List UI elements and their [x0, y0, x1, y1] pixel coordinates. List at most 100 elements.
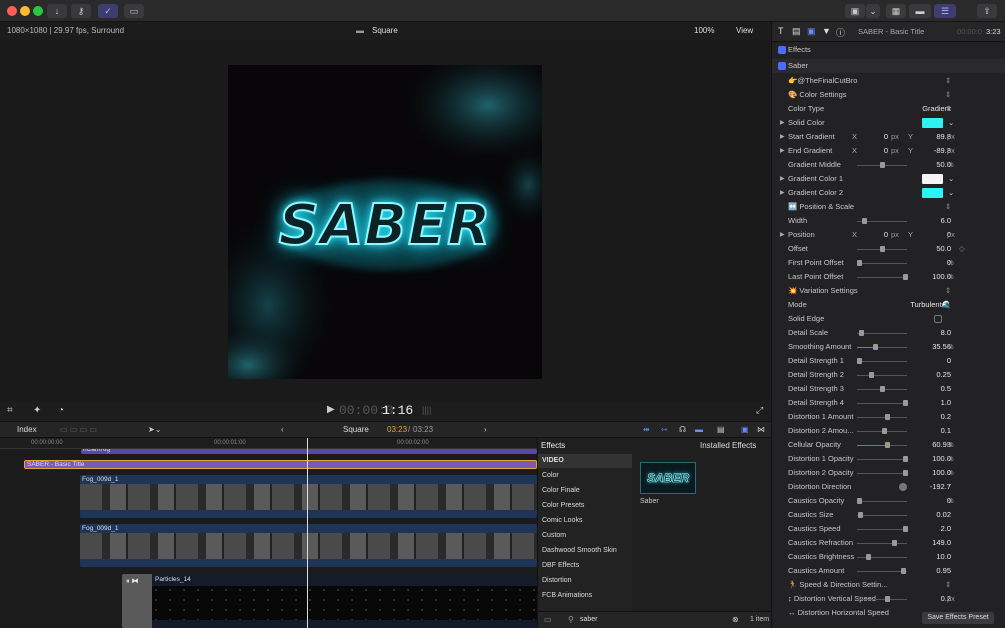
clip-fog-1[interactable]: Fog_009d_1: [80, 475, 537, 518]
param-value[interactable]: 0.2: [941, 410, 951, 424]
slider-knob[interactable]: [866, 554, 872, 560]
param-slider[interactable]: [857, 540, 907, 546]
param-value[interactable]: 0.25: [936, 368, 951, 382]
param-slider[interactable]: [857, 386, 907, 392]
slider-knob[interactable]: [903, 456, 908, 462]
param-row[interactable]: First Point Offset 0%: [772, 256, 1005, 270]
param-row[interactable]: Caustics Brightness 10.0: [772, 550, 1005, 564]
param-slider[interactable]: [857, 554, 907, 560]
clip-fog-2[interactable]: Fog_009d_1: [80, 524, 537, 567]
select-tool-icon[interactable]: ➤⌄: [148, 425, 161, 434]
slider-knob[interactable]: [861, 218, 867, 224]
param-slider[interactable]: [857, 568, 907, 574]
edit-tools-icon[interactable]: ▭ ▭ ▭ ▭: [60, 425, 97, 434]
param-value[interactable]: 50.0: [936, 242, 951, 256]
sidebar-toggle-icon[interactable]: ▭: [544, 615, 552, 624]
param-row[interactable]: Mode Turbulent🌊 ⇕: [772, 298, 1005, 312]
param-row[interactable]: Caustics Opacity 0%: [772, 494, 1005, 508]
param-row[interactable]: ▶ Gradient Color 2 ⌄: [772, 186, 1005, 200]
param-slider[interactable]: [857, 442, 907, 448]
param-row[interactable]: Distortion 2 Opacity 100.0%: [772, 466, 1005, 480]
disclosure-triangle-icon[interactable]: ▶: [780, 186, 785, 200]
param-row[interactable]: Distortion Direction -192.7 °: [772, 480, 1005, 494]
param-slider[interactable]: [857, 246, 907, 252]
popup-arrows-icon[interactable]: ⇕: [945, 298, 951, 312]
param-row[interactable]: ▶ End Gradient X 0 px Y -89.8 px: [772, 144, 1005, 158]
param-slider[interactable]: [857, 330, 907, 336]
param-slider[interactable]: [857, 414, 907, 420]
param-row[interactable]: Caustics Size 0.02: [772, 508, 1005, 522]
project-dropdown[interactable]: Square: [343, 425, 369, 434]
title-inspector-icon[interactable]: ▤: [792, 26, 801, 37]
param-slider[interactable]: [857, 512, 907, 518]
param-row[interactable]: Distortion 2 Amou... 0.1: [772, 424, 1005, 438]
param-row[interactable]: Cellular Opacity 60.93%: [772, 438, 1005, 452]
chevron-down-icon[interactable]: ⌄: [948, 172, 954, 186]
disclosure-triangle-icon[interactable]: ▶: [780, 130, 785, 144]
slider-knob[interactable]: [880, 386, 885, 392]
category-item[interactable]: Color Finale: [538, 484, 632, 498]
popup-arrows-icon[interactable]: ⇕: [945, 88, 951, 102]
fullscreen-icon[interactable]: ⤢: [756, 405, 763, 416]
saber-checkbox[interactable]: [778, 62, 786, 70]
x-value[interactable]: 0: [872, 228, 888, 242]
playhead[interactable]: [307, 438, 308, 628]
param-value[interactable]: 0.95: [936, 564, 951, 578]
direction-dial[interactable]: [899, 483, 907, 491]
x-value[interactable]: 0: [872, 144, 888, 158]
forward-arrow-icon[interactable]: ›: [484, 425, 487, 434]
inspector-toggle-icon[interactable]: ☰: [934, 4, 956, 18]
param-row[interactable]: Width 6.0: [772, 214, 1005, 228]
slider-knob[interactable]: [880, 162, 885, 168]
param-row[interactable]: Solid Edge: [772, 312, 1005, 326]
slider-knob[interactable]: [885, 442, 891, 448]
chevron-down-icon[interactable]: ⌄: [948, 116, 954, 130]
video-canvas[interactable]: SABER: [228, 65, 542, 379]
param-row[interactable]: Offset 50.0 ◇: [772, 242, 1005, 256]
play-icon[interactable]: ▶: [327, 404, 335, 415]
param-row[interactable]: Color Type Gradient ⇕: [772, 102, 1005, 116]
param-slider[interactable]: [857, 344, 907, 350]
effect-saber-row[interactable]: Saber: [772, 59, 1005, 73]
category-item[interactable]: FCB Animations: [538, 589, 632, 603]
speed-icon[interactable]: ◔: [58, 405, 64, 416]
share-icon[interactable]: ⇪: [977, 4, 997, 18]
x-value[interactable]: 0: [872, 130, 888, 144]
param-value[interactable]: 2.0: [941, 522, 951, 536]
category-item[interactable]: Dashwood Smooth Skin: [538, 544, 632, 558]
param-slider[interactable]: [857, 400, 908, 406]
headphones-icon[interactable]: ☊: [679, 425, 686, 434]
category-item[interactable]: Custom: [538, 529, 632, 543]
disclosure-triangle-icon[interactable]: ▶: [780, 172, 785, 186]
param-slider[interactable]: [857, 274, 908, 280]
param-row[interactable]: 👉@TheFinalCutBro ⇕: [772, 74, 1005, 88]
param-row[interactable]: 💥 Variation Settings ⇕: [772, 284, 1005, 298]
maximize-window-button[interactable]: [33, 6, 43, 16]
slider-knob[interactable]: [880, 246, 885, 252]
param-value[interactable]: 0.5: [941, 382, 951, 396]
param-row[interactable]: Gradient Middle 50.0%: [772, 158, 1005, 172]
category-item[interactable]: Distortion: [538, 574, 632, 588]
save-effects-preset-button[interactable]: Save Effects Preset: [922, 612, 994, 624]
transitions-icon[interactable]: ⋈: [757, 425, 765, 434]
text-inspector-icon[interactable]: T: [778, 26, 784, 36]
param-slider[interactable]: [857, 218, 907, 224]
category-item[interactable]: Color: [538, 469, 632, 483]
slider-knob[interactable]: [891, 540, 897, 546]
clip-ncamrig[interactable]: nCamRig: [81, 449, 537, 454]
popup-arrows-icon[interactable]: ⇕: [945, 284, 951, 298]
param-value[interactable]: 0.1: [941, 424, 951, 438]
param-row[interactable]: 🏃 Speed & Direction Settin... ⇕: [772, 578, 1005, 592]
param-row[interactable]: ↔️ Position & Scale ⇕: [772, 200, 1005, 214]
chevron-down-icon[interactable]: ⌄: [948, 186, 954, 200]
back-arrow-icon[interactable]: ‹: [281, 425, 284, 434]
param-slider[interactable]: [857, 498, 907, 504]
clear-search-icon[interactable]: ⊗: [732, 615, 739, 624]
color-swatch[interactable]: [922, 174, 943, 184]
zoom-dropdown[interactable]: 100%: [694, 26, 714, 35]
skimming-icon[interactable]: ⇿: [661, 425, 668, 434]
color-swatch[interactable]: [922, 188, 943, 198]
param-value[interactable]: 10.0: [936, 550, 951, 564]
snapping-icon[interactable]: ▬: [695, 425, 703, 434]
slider-knob[interactable]: [903, 400, 908, 406]
